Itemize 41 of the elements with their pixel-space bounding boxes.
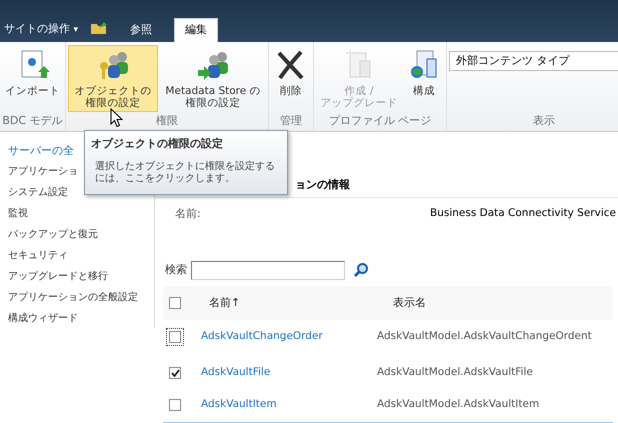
group-label: 表示 [533, 114, 555, 128]
table-cell: AdskVaultModel.AdskVaultItem [377, 398, 540, 412]
item-link[interactable]: AdskVaultFile [201, 366, 377, 380]
group-label: 権限 [156, 114, 178, 128]
check-icon [170, 368, 180, 376]
table-cell: AdskVaultModel.AdskVaultFile [377, 366, 533, 380]
row-checkbox[interactable] [169, 330, 181, 342]
mouse-pointer-icon [110, 108, 123, 128]
nav-link-item[interactable]: 構成ウィザード [0, 308, 154, 329]
search-field[interactable] [191, 260, 345, 280]
ribbon-button[interactable]: オブジェクトの権限の設定 [68, 45, 158, 112]
row-checkbox[interactable] [169, 366, 181, 378]
nav-link-item[interactable]: アップグレードと移行 [0, 266, 154, 287]
caret-icon: ▾ [74, 24, 78, 35]
group-label: 管理 [280, 114, 302, 128]
view-dropdown[interactable]: 外部コンテンツ タイプ [449, 51, 618, 71]
ribbon-button[interactable]: インポート [2, 45, 63, 100]
ribbon-tab[interactable]: 参照 [120, 19, 162, 42]
item-link[interactable]: AdskVaultChangeOrder [201, 330, 377, 344]
ribbon-button[interactable]: 削除 [271, 45, 311, 100]
site-actions-menu[interactable]: サイトの操作 ▾ [4, 22, 78, 42]
search-label: 検索 [165, 263, 187, 277]
group-label: BDC モデル [2, 114, 63, 128]
search-icon[interactable] [353, 262, 369, 278]
row-checkbox[interactable] [169, 398, 181, 410]
folder-arrow-icon[interactable] [90, 19, 108, 35]
table-cell: AdskVaultModel.AdskVaultChangeOrdent [377, 330, 592, 344]
column-header[interactable]: 名前↑ [181, 296, 393, 310]
ribbon-button[interactable]: 構成 [404, 45, 444, 100]
column-header[interactable]: 表示名 [393, 296, 426, 310]
select-all-checkbox[interactable] [169, 296, 181, 308]
ribbon-tab[interactable]: 編集 [174, 18, 218, 42]
field-label: 名前: [175, 206, 202, 220]
item-link[interactable]: AdskVaultItem [201, 398, 377, 412]
nav-link-item[interactable]: 監視 [0, 203, 154, 224]
nav-link-item[interactable]: アプリケーションの全般設定 [0, 287, 154, 308]
group-label: プロファイル ページ [328, 114, 432, 128]
nav-link-item[interactable]: バックアップと復元 [0, 224, 154, 245]
nav-link-item[interactable]: セキュリティ [0, 245, 154, 266]
ribbon-button[interactable]: Metadata Store の権限の設定 [160, 45, 266, 112]
field-value: Business Data Connectivity Service [430, 206, 616, 220]
